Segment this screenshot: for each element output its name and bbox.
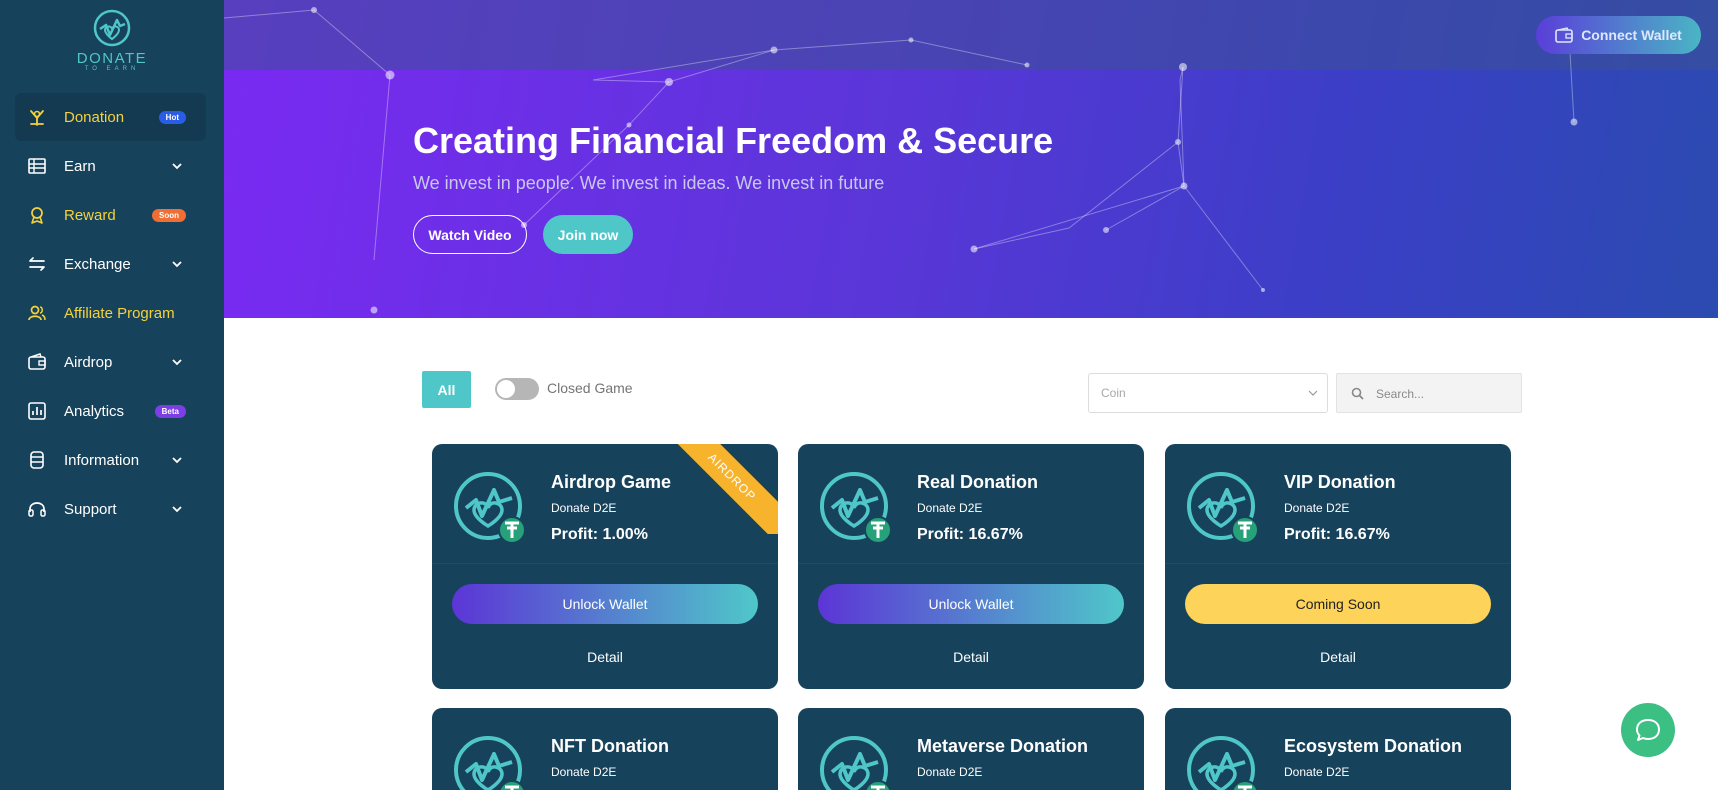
coming-soon-button[interactable]: Coming Soon (1185, 584, 1491, 624)
card-subtitle: Donate D2E (917, 765, 983, 779)
donate-coin-icon (1187, 736, 1259, 790)
sidebar-item-donation[interactable]: Donation Hot (15, 93, 206, 141)
chat-bubble-icon (1636, 719, 1660, 741)
ribbon-label: AIRDROP (668, 444, 778, 534)
logo-text: DONATE (76, 50, 148, 67)
sidebar-item-reward[interactable]: Reward Soon (15, 191, 206, 239)
unlock-wallet-button[interactable]: Unlock Wallet (818, 584, 1124, 624)
game-card-real: Real Donation Donate D2E Profit: 16.67% … (798, 444, 1144, 689)
analytics-icon (27, 401, 47, 421)
card-profit: Profit: 1.00% (551, 526, 648, 543)
game-card-nft: NFT Donation Donate D2E (432, 708, 778, 790)
airdrop-ribbon: AIRDROP (668, 444, 778, 534)
chevron-down-icon (172, 457, 182, 464)
reward-icon (27, 205, 47, 225)
beta-badge: Beta (154, 405, 186, 418)
sidebar-item-label: Information (64, 451, 140, 469)
sidebar-item-affiliate-program[interactable]: Affiliate Program (15, 289, 206, 337)
hero-banner: Connect Wallet Creating Financial Freedo… (224, 0, 1718, 318)
search-input[interactable]: Search... (1336, 373, 1522, 413)
connect-wallet-button[interactable]: Connect Wallet (1536, 16, 1701, 54)
card-title: NFT Donation (551, 736, 669, 756)
donate-coin-icon (1187, 472, 1259, 544)
sidebar-item-label: Donation (64, 108, 125, 126)
chevron-down-icon (172, 261, 182, 268)
headset-icon (27, 499, 47, 519)
soon-badge: Soon (152, 209, 186, 222)
unlock-wallet-button[interactable]: Unlock Wallet (452, 584, 758, 624)
search-placeholder: Search... (1376, 387, 1425, 401)
card-profit: Profit: 16.67% (917, 526, 1023, 543)
sidebar-item-earn[interactable]: Earn (15, 142, 206, 190)
sidebar-nav: Donation Hot Earn Reward Soon Exchange A… (15, 93, 206, 534)
donate-coin-icon (820, 736, 892, 790)
closed-game-toggle[interactable] (495, 378, 539, 400)
join-now-button[interactable]: Join now (543, 215, 633, 254)
hot-badge: Hot (158, 111, 186, 124)
sidebar-item-analytics[interactable]: Analytics Beta (15, 387, 206, 435)
card-divider (798, 563, 1144, 564)
sidebar-item-label: Airdrop (64, 353, 113, 371)
sidebar-item-airdrop[interactable]: Airdrop (15, 338, 206, 386)
watch-video-button[interactable]: Watch Video (413, 215, 527, 254)
detail-link[interactable]: Detail (798, 649, 1144, 665)
card-divider (432, 563, 778, 564)
donate-logo-icon (93, 9, 131, 47)
card-subtitle: Donate D2E (551, 765, 617, 779)
filter-all-button[interactable]: All (422, 371, 471, 408)
donation-icon (27, 107, 47, 127)
airdrop-wallet-icon (27, 352, 47, 372)
earn-icon (27, 156, 47, 176)
donate-coin-icon (820, 472, 892, 544)
game-card-metaverse: Metaverse Donation Donate D2E (798, 708, 1144, 790)
exchange-icon (27, 254, 47, 274)
card-subtitle: Donate D2E (1284, 765, 1350, 779)
card-profit: Profit: 16.67% (1284, 526, 1390, 543)
card-title: Airdrop Game (551, 472, 672, 492)
hero-subtitle: We invest in people. We invest in ideas.… (413, 173, 885, 193)
chat-button[interactable] (1621, 703, 1675, 757)
sidebar-item-label: Earn (64, 157, 96, 175)
sidebar-item-label: Reward (64, 206, 116, 224)
wallet-icon (1555, 27, 1573, 43)
card-title: Metaverse Donation (917, 736, 1089, 756)
game-card-airdrop: Airdrop Game Donate D2E Profit: 1.00% Un… (432, 444, 778, 689)
search-icon (1351, 387, 1364, 400)
sidebar-item-label: Analytics (64, 402, 125, 420)
connect-wallet-label: Connect Wallet (1581, 27, 1682, 43)
hero-title: Creating Financial Freedom & Secure (413, 120, 1054, 161)
card-divider (1165, 563, 1511, 564)
detail-link[interactable]: Detail (432, 649, 778, 665)
sidebar-item-exchange[interactable]: Exchange (15, 240, 206, 288)
chevron-down-icon (172, 506, 182, 513)
card-title: Real Donation (917, 472, 1039, 492)
chevron-down-icon (172, 359, 182, 366)
card-subtitle: Donate D2E (917, 501, 983, 515)
information-icon (27, 450, 47, 470)
sidebar-item-support[interactable]: Support (15, 485, 206, 533)
chevron-down-icon (1308, 390, 1318, 396)
donate-coin-icon (454, 736, 526, 790)
chevron-down-icon (172, 163, 182, 170)
game-card-ecosystem: Ecosystem Donation Donate D2E (1165, 708, 1511, 790)
logo[interactable]: DONATE TO EARN (0, 8, 224, 80)
sidebar-item-label: Affiliate Program (64, 304, 175, 322)
card-title: VIP Donation (1284, 472, 1396, 492)
coin-select[interactable]: Coin (1088, 373, 1328, 413)
affiliate-icon (27, 303, 47, 323)
card-title: Ecosystem Donation (1284, 736, 1463, 756)
card-subtitle: Donate D2E (551, 501, 617, 515)
logo-subtext: TO EARN (84, 66, 140, 72)
card-subtitle: Donate D2E (1284, 501, 1350, 515)
game-card-vip: VIP Donation Donate D2E Profit: 16.67% C… (1165, 444, 1511, 689)
sidebar-item-label: Exchange (64, 255, 131, 273)
sidebar: DONATE TO EARN Donation Hot Earn Reward … (0, 0, 224, 790)
toggle-knob (497, 380, 515, 398)
donate-coin-icon (454, 472, 526, 544)
sidebar-item-label: Support (64, 500, 117, 518)
sidebar-item-information[interactable]: Information (15, 436, 206, 484)
coin-select-placeholder: Coin (1101, 386, 1126, 400)
closed-game-label: Closed Game (547, 380, 633, 396)
detail-link[interactable]: Detail (1165, 649, 1511, 665)
